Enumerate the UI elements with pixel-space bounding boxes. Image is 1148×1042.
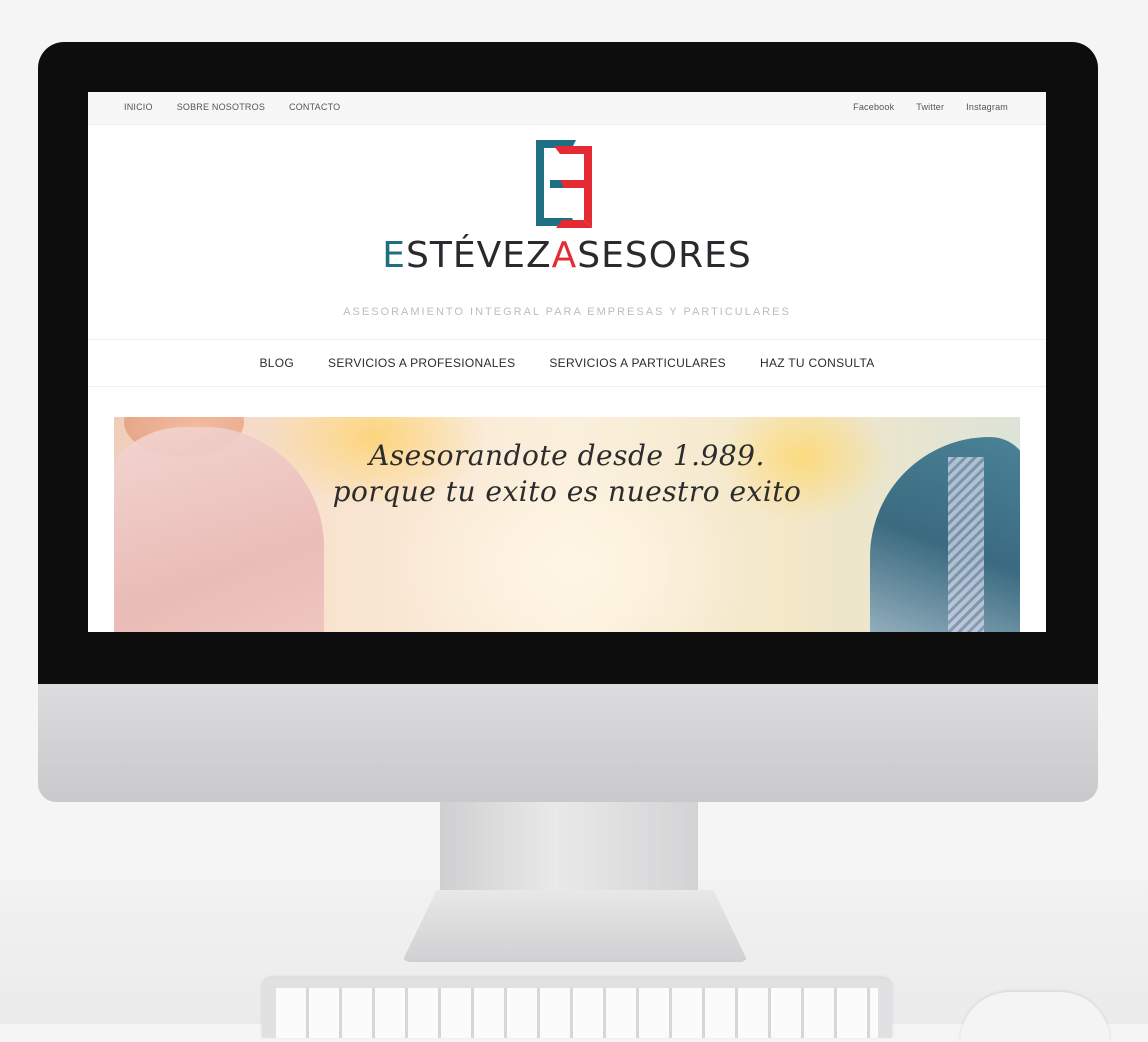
website-screen: INICIO SOBRE NOSOTROS CONTACTO Facebook … — [88, 92, 1046, 632]
nav-haz-tu-consulta-link[interactable]: HAZ TU CONSULTA — [760, 356, 875, 370]
facebook-link[interactable]: Facebook — [853, 102, 894, 112]
nav-blog-link[interactable]: BLOG — [259, 356, 294, 370]
site-tagline: ASESORAMIENTO INTEGRAL PARA EMPRESAS Y P… — [343, 306, 791, 318]
monitor-stand — [440, 802, 698, 894]
hero-headline-line2: porque tu exito es nuestro exito — [332, 475, 802, 508]
main-navigation: BLOG SERVICIOS A PROFESIONALES SERVICIOS… — [88, 339, 1046, 387]
logo-word1-rest: STÉVEZ — [406, 235, 552, 276]
logo-word2-rest: SESORES — [577, 235, 752, 276]
keyboard — [262, 978, 892, 1038]
social-links: Facebook Twitter Instagram — [853, 102, 1008, 112]
top-nav-left: INICIO SOBRE NOSOTROS CONTACTO — [124, 102, 340, 112]
nav-servicios-profesionales-link[interactable]: SERVICIOS A PROFESIONALES — [328, 356, 515, 370]
nav-sobre-nosotros-link[interactable]: SOBRE NOSOTROS — [177, 102, 265, 112]
logo-mark-icon[interactable] — [536, 140, 592, 228]
top-bar: INICIO SOBRE NOSOTROS CONTACTO Facebook … — [88, 92, 1046, 125]
logo-initial-e: E — [382, 235, 407, 276]
hero-banner: Asesorandote desde 1.989. porque tu exit… — [114, 417, 1020, 632]
hero-headline-line1: Asesorandote desde 1.989. — [369, 439, 765, 472]
instagram-link[interactable]: Instagram — [966, 102, 1008, 112]
nav-contacto-link[interactable]: CONTACTO — [289, 102, 340, 112]
monitor-stand-base — [402, 890, 748, 962]
logo-wordmark[interactable]: ESTÉVEZASESORES — [88, 235, 1046, 276]
logo-initial-a: A — [551, 235, 578, 276]
nav-servicios-particulares-link[interactable]: SERVICIOS A PARTICULARES — [549, 356, 726, 370]
keyboard-keys — [276, 988, 878, 1038]
nav-inicio-link[interactable]: INICIO — [124, 102, 153, 112]
twitter-link[interactable]: Twitter — [916, 102, 944, 112]
monitor-chin — [38, 684, 1098, 802]
mouse — [960, 992, 1110, 1042]
